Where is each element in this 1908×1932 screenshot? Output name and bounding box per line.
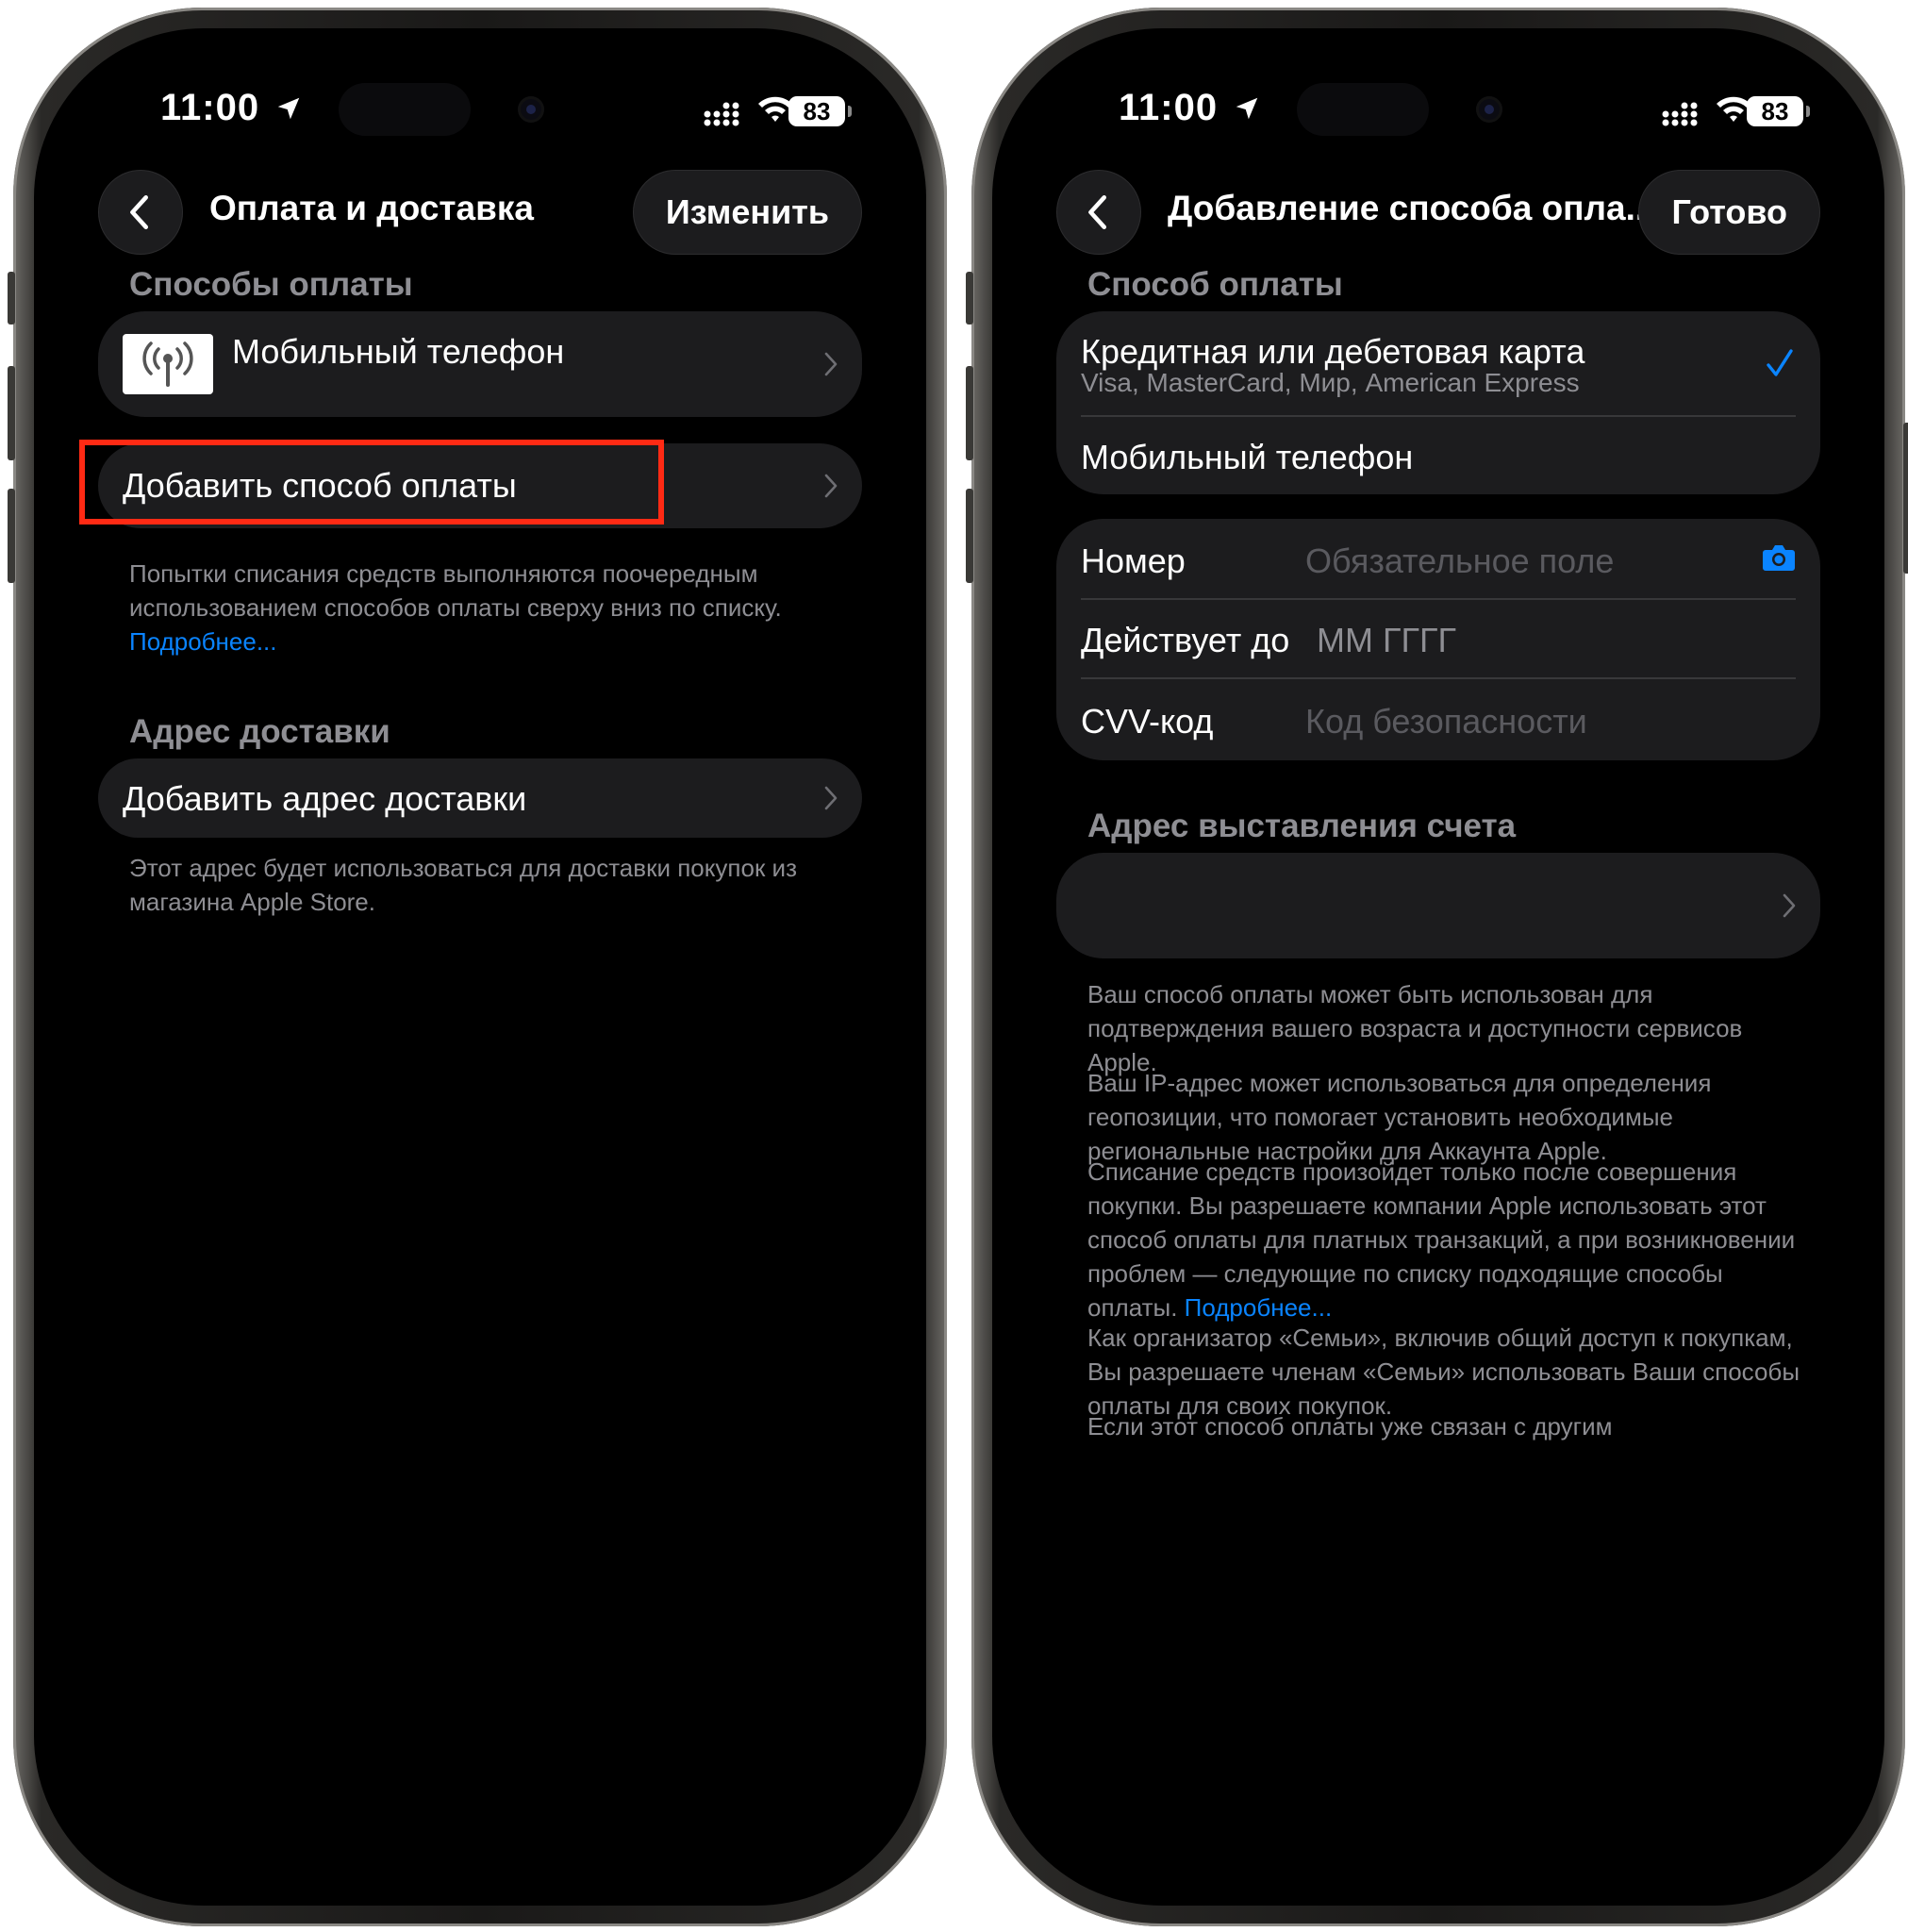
number-label: Номер	[1081, 541, 1186, 580]
volume-down-button	[966, 489, 973, 583]
shipping-address-header: Адрес доставки	[129, 713, 390, 750]
chevron-right-icon	[1783, 893, 1796, 918]
status-bar: 11:00 83	[992, 83, 1884, 143]
edit-button[interactable]: Изменить	[632, 170, 862, 255]
dynamic-island	[339, 83, 622, 136]
info-paragraph: Как организатор «Семьи», включив общий д…	[1087, 1324, 1800, 1420]
camera-icon[interactable]	[1762, 543, 1796, 572]
battery-icon: 83	[788, 96, 852, 126]
option-card[interactable]: Кредитная или дебетовая карта Visa, Mast…	[1056, 311, 1820, 415]
divider	[1081, 598, 1796, 600]
side-button	[1903, 423, 1908, 574]
info-paragraph: Списание средств произойдет только после…	[1087, 1158, 1796, 1322]
battery-icon: 83	[1747, 96, 1810, 126]
info-paragraph: Если этот способ оплаты уже связан с дру…	[1087, 1412, 1613, 1441]
back-chevron-icon	[1088, 195, 1106, 229]
screen-right: 11:00 83 Добавление способа опла... Гото…	[992, 28, 1884, 1906]
expiry-input[interactable]: ММ ГГГГ	[1317, 621, 1456, 660]
option-mobile-label: Мобильный телефон	[1081, 438, 1414, 476]
info-paragraph: Ваш IP-адрес может использоваться для оп…	[1087, 1069, 1712, 1165]
screen-left: 11:00 83 Оплата и доставка Изменить Спос…	[34, 28, 926, 1906]
checkmark-icon	[1767, 349, 1793, 376]
option-card-label: Кредитная или дебетовая карта	[1081, 332, 1585, 371]
back-button[interactable]	[1056, 170, 1141, 255]
chevron-right-icon	[824, 786, 838, 810]
cellular-signal-icon	[704, 102, 739, 126]
mobile-antenna-icon	[123, 334, 213, 394]
payment-methods-header: Способы оплаты	[129, 266, 413, 303]
volume-down-button	[8, 489, 15, 583]
option-card-sub: Visa, MasterCard, Мир, American Express	[1081, 368, 1580, 397]
status-time: 11:00	[160, 87, 303, 129]
phone-frame-right: 11:00 83 Добавление способа опла... Гото…	[966, 8, 1908, 1926]
payment-method-item[interactable]: Мобильный телефон	[98, 311, 862, 417]
nav-bar: Оплата и доставка Изменить	[98, 170, 862, 255]
info-paragraph: Ваш способ оплаты может быть использован…	[1087, 980, 1743, 1076]
phone-frame-left: 11:00 83 Оплата и доставка Изменить Спос…	[8, 8, 947, 1926]
location-arrow-icon	[277, 97, 300, 120]
action-button	[8, 272, 15, 325]
card-fields: Номер Обязательное поле Действует до ММ …	[1056, 519, 1820, 760]
payment-method-label: Мобильный телефон	[232, 332, 565, 371]
more-link[interactable]: Подробнее...	[129, 627, 277, 656]
chevron-right-icon	[824, 474, 838, 498]
payment-method-options: Кредитная или дебетовая карта Visa, Mast…	[1056, 311, 1820, 494]
status-bar: 11:00 83	[34, 83, 926, 143]
highlight-box	[79, 440, 664, 525]
add-shipping-label: Добавить адрес доставки	[123, 779, 527, 818]
back-button[interactable]	[98, 170, 183, 255]
status-time: 11:00	[1119, 87, 1261, 129]
number-input[interactable]: Обязательное поле	[1305, 541, 1614, 581]
cvv-label: CVV-код	[1081, 702, 1214, 741]
done-button[interactable]: Готово	[1638, 170, 1820, 255]
chevron-right-icon	[824, 352, 838, 376]
volume-up-button	[966, 366, 973, 460]
divider	[1081, 677, 1796, 679]
location-arrow-icon	[1236, 97, 1258, 120]
billing-address-row[interactable]	[1056, 853, 1820, 958]
page-title: Добавление способа опла...	[1168, 189, 1655, 227]
option-mobile[interactable]: Мобильный телефон	[1056, 417, 1820, 494]
back-chevron-icon	[130, 195, 148, 229]
dynamic-island	[1297, 83, 1580, 136]
payment-footer: Попытки списания средств выполняются поо…	[129, 559, 782, 656]
add-shipping-row[interactable]: Добавить адрес доставки	[98, 758, 862, 838]
shipping-footer: Этот адрес будет использоваться для дост…	[129, 854, 797, 916]
expiry-label: Действует до	[1081, 621, 1290, 659]
page-title: Оплата и доставка	[209, 189, 534, 227]
action-button	[966, 272, 973, 325]
nav-bar: Добавление способа опла... Готово	[1056, 170, 1820, 255]
payment-method-header: Способ оплаты	[1087, 266, 1343, 303]
volume-up-button	[8, 366, 15, 460]
cvv-input[interactable]: Код безопасности	[1305, 702, 1587, 741]
billing-address-header: Адрес выставления счета	[1087, 808, 1517, 844]
more-link[interactable]: Подробнее...	[1185, 1293, 1333, 1322]
cellular-signal-icon	[1662, 102, 1698, 126]
